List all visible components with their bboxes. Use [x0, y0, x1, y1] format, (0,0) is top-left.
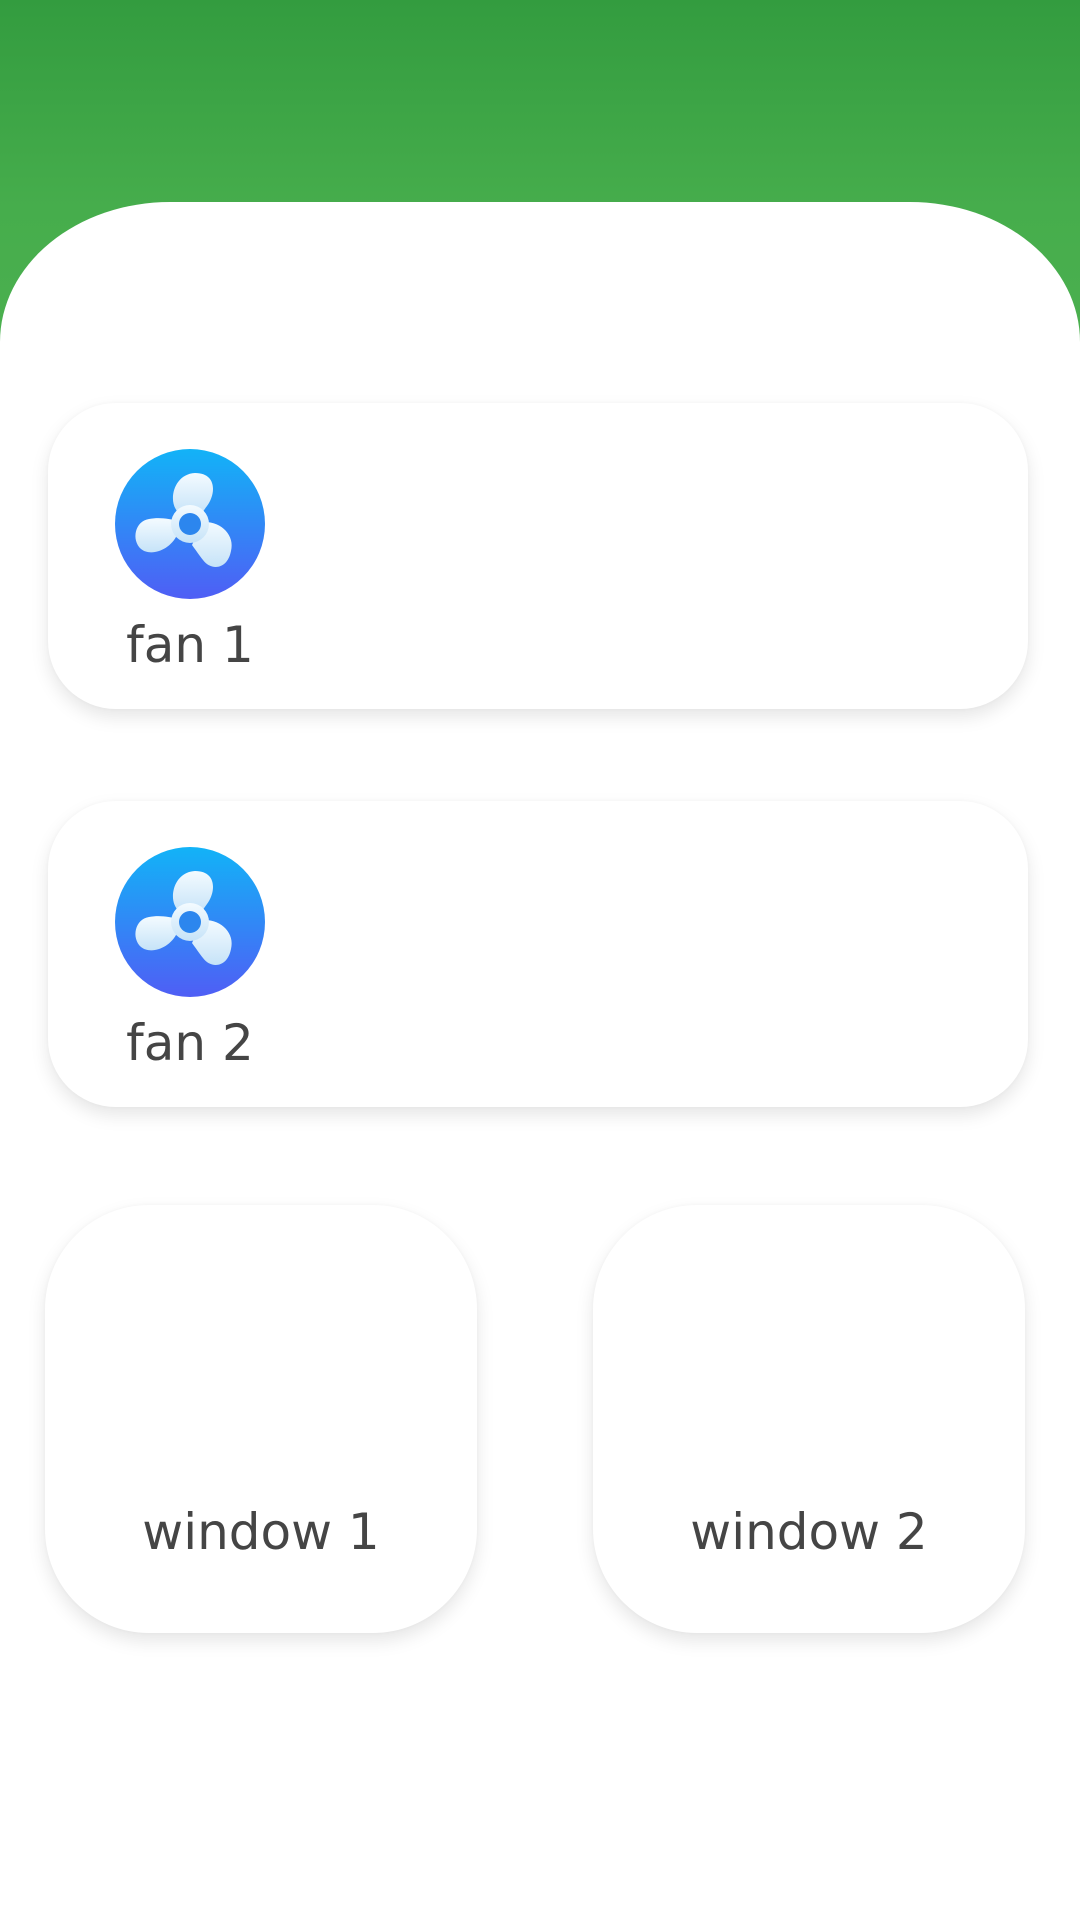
window-card-1[interactable]: window 1 [45, 1205, 477, 1633]
fan-card-2[interactable]: fan 2 [48, 801, 1028, 1107]
window-name-label: window 1 [142, 1503, 380, 1561]
fan-card-1[interactable]: fan 1 [48, 403, 1028, 709]
window-card-2[interactable]: window 2 [593, 1205, 1025, 1633]
fan-icon [115, 847, 265, 997]
fan-icon [115, 449, 265, 599]
fan-name-label: fan 1 [126, 616, 254, 674]
fan-name-label: fan 2 [126, 1014, 254, 1072]
window-name-label: window 2 [690, 1503, 928, 1561]
